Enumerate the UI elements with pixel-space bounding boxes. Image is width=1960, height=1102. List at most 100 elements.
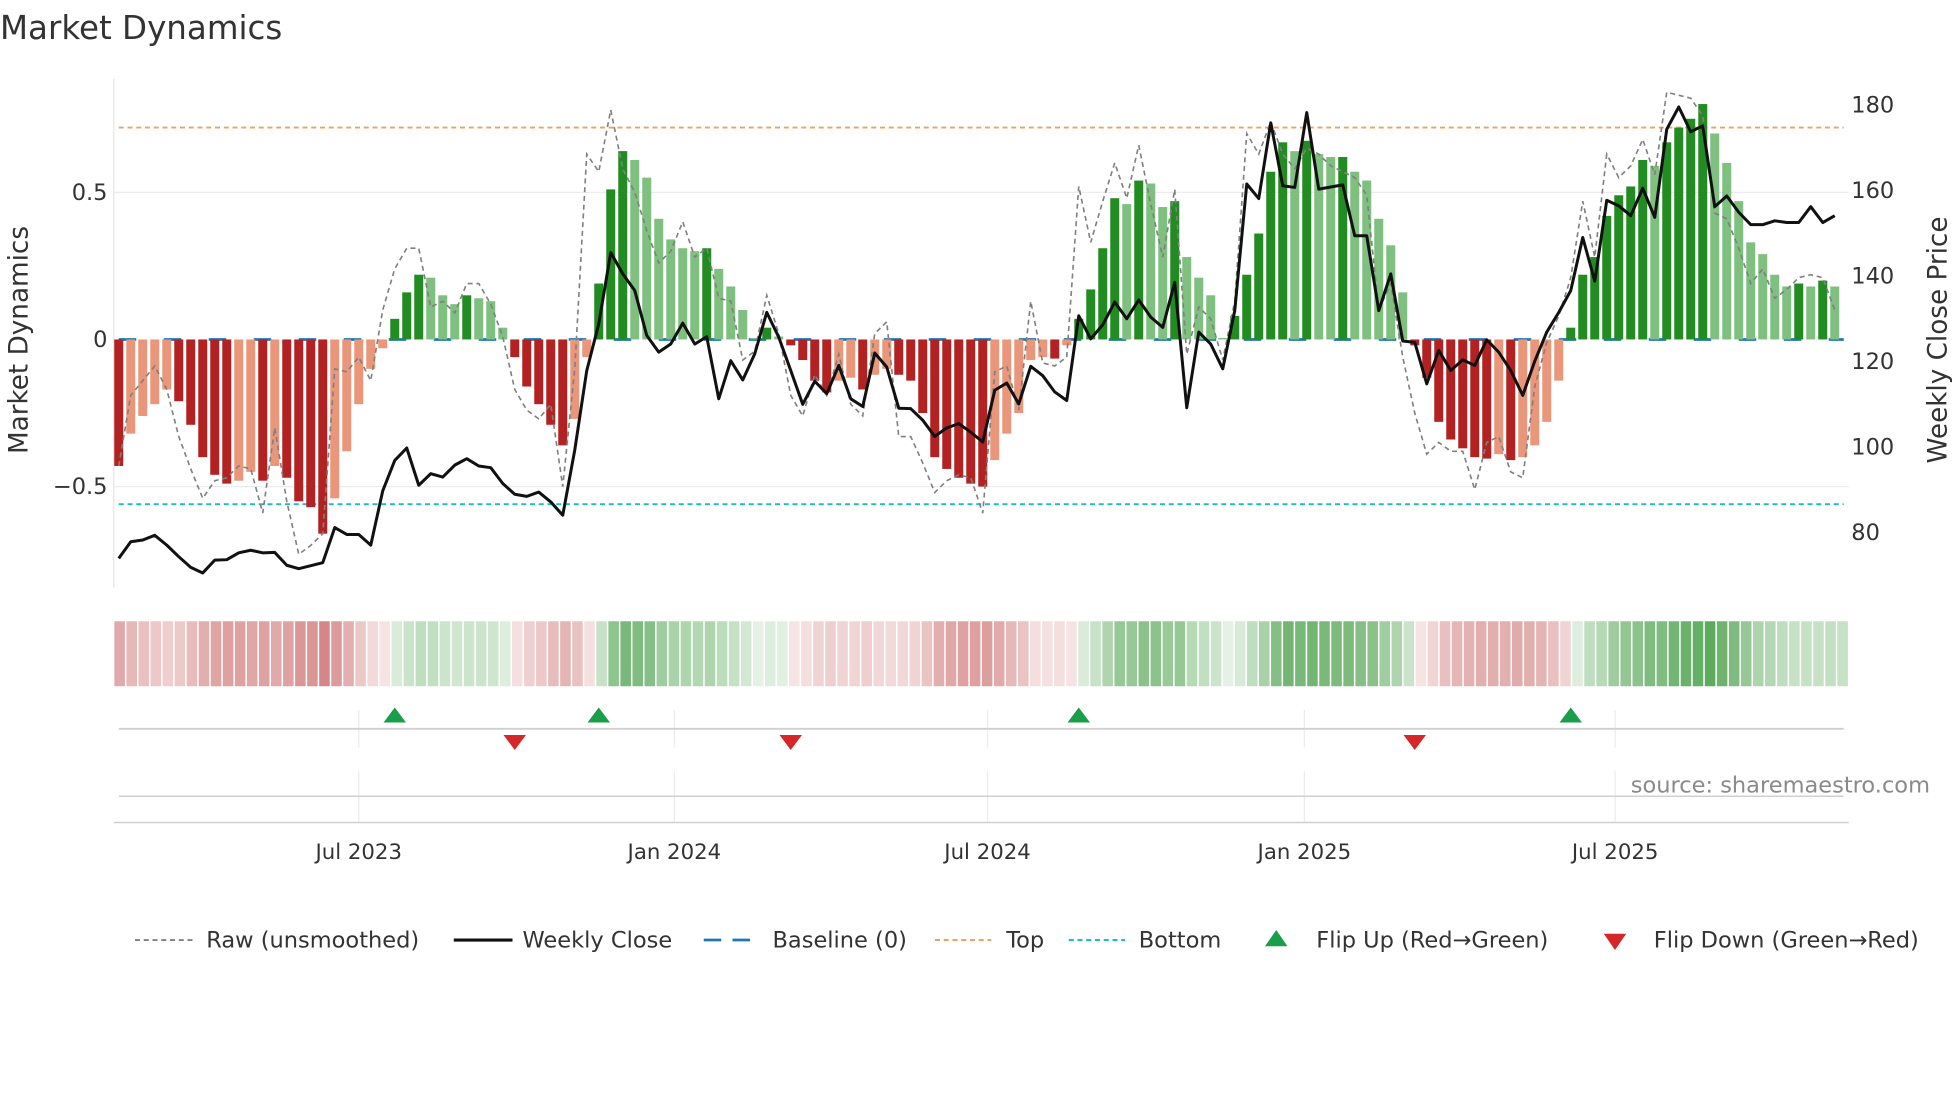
negative-bar bbox=[378, 339, 388, 349]
positive-bar bbox=[1242, 274, 1252, 340]
left-y-ticks: 0.5 0 −0.5 bbox=[53, 180, 108, 500]
heatmap-cell bbox=[1451, 621, 1463, 687]
heatmap-cell bbox=[1789, 621, 1800, 687]
positive-bar bbox=[414, 274, 424, 340]
heatmap-cell bbox=[1487, 621, 1499, 687]
negative-bar bbox=[1506, 339, 1516, 461]
heatmap-cell bbox=[1632, 621, 1644, 687]
negative-bar bbox=[510, 339, 520, 358]
heatmap-cell bbox=[1150, 621, 1162, 687]
source-label: source: sharemaestro.com bbox=[1631, 773, 1930, 799]
y-tick-label: −0.5 bbox=[53, 474, 108, 500]
heatmap-cell bbox=[283, 621, 294, 687]
heatmap-cell bbox=[1765, 621, 1776, 687]
heatmap-cell bbox=[1656, 621, 1668, 687]
negative-bar bbox=[1446, 339, 1456, 440]
negative-bar bbox=[210, 339, 220, 475]
heatmap-cell bbox=[981, 621, 993, 687]
negative-bar bbox=[1062, 339, 1072, 346]
heatmap-cell bbox=[1403, 621, 1415, 687]
heatmap-cell bbox=[1391, 621, 1403, 687]
heatmap-cell bbox=[560, 621, 571, 687]
heatmap-cell bbox=[728, 621, 740, 687]
negative-bar bbox=[1458, 339, 1468, 449]
heatmap-cell bbox=[1740, 621, 1752, 687]
heatmap-cell bbox=[1777, 621, 1788, 687]
heatmap-cell bbox=[765, 621, 776, 687]
heatmap-cell bbox=[873, 621, 884, 687]
heatmap-cell bbox=[524, 621, 535, 687]
positive-bar bbox=[402, 292, 412, 340]
heatmap-cell bbox=[1295, 621, 1306, 687]
heatmap-cell bbox=[1801, 621, 1812, 687]
negative-bar bbox=[942, 339, 952, 469]
positive-bar bbox=[1614, 195, 1624, 340]
heatmap-cell bbox=[355, 621, 366, 687]
heatmap-cell bbox=[1210, 621, 1222, 687]
heatmap-cell bbox=[1825, 621, 1836, 687]
heatmap-cell bbox=[620, 621, 631, 687]
positive-bar bbox=[450, 304, 460, 340]
negative-bar bbox=[162, 339, 172, 390]
y2-tick-label: 180 bbox=[1851, 92, 1894, 118]
y-axis-label: Market Dynamics bbox=[5, 226, 35, 454]
negative-bar bbox=[798, 339, 808, 361]
heatmap-cell bbox=[1704, 621, 1716, 687]
negative-bar bbox=[306, 339, 316, 508]
heatmap-cell bbox=[740, 621, 752, 687]
flip-down-marker bbox=[1403, 735, 1426, 750]
heatmap-cell bbox=[114, 621, 125, 687]
heatmap-cell bbox=[596, 621, 607, 687]
heatmap-cell bbox=[1548, 621, 1559, 687]
triangle-up-icon bbox=[1265, 930, 1288, 947]
heatmap-cell bbox=[1307, 621, 1318, 687]
heatmap-cell bbox=[572, 621, 583, 687]
heatmap-cell bbox=[1608, 621, 1619, 687]
negative-bar bbox=[522, 339, 532, 387]
positive-bar bbox=[1662, 142, 1672, 340]
heatmap-cell bbox=[138, 621, 150, 687]
heatmap-cell bbox=[198, 621, 210, 687]
heatmap-cell bbox=[1042, 621, 1053, 687]
heatmap-cell bbox=[548, 621, 559, 687]
heatmap-cell bbox=[331, 621, 342, 687]
heatmap-cell bbox=[487, 621, 499, 687]
flip-down-marker bbox=[503, 735, 526, 750]
negative-bar bbox=[366, 339, 376, 369]
right-y-ticks: 180 160 140 120 100 80 bbox=[1851, 92, 1894, 546]
negative-bar bbox=[546, 339, 556, 425]
heatmap-cell bbox=[1379, 621, 1391, 687]
heatmap-cell bbox=[632, 621, 644, 687]
heatmap-cell bbox=[1198, 621, 1210, 687]
heatmap-cell bbox=[957, 621, 969, 687]
x-tick-label: Jul 2023 bbox=[314, 840, 402, 865]
heatmap-cell bbox=[319, 621, 330, 687]
heatmap-cell bbox=[1415, 621, 1427, 687]
heatmap-cell bbox=[451, 621, 463, 687]
heatmap-cell bbox=[1246, 621, 1258, 687]
negative-bar bbox=[1050, 339, 1060, 359]
positive-bar bbox=[1722, 162, 1732, 340]
heatmap-cell bbox=[258, 621, 270, 687]
y2-axis-label: Weekly Close Price bbox=[1923, 217, 1953, 464]
legend-label: Raw (unsmoothed) bbox=[206, 928, 419, 954]
heatmap-cell bbox=[403, 621, 415, 687]
heatmap-cell bbox=[608, 621, 619, 687]
heatmap-cell bbox=[1078, 621, 1089, 687]
heatmap-cell bbox=[1596, 621, 1607, 687]
heatmap-cell bbox=[1018, 621, 1029, 687]
heatmap-cell bbox=[415, 621, 427, 687]
negative-bar bbox=[558, 339, 568, 446]
heatmap-cell bbox=[1716, 621, 1728, 687]
heatmap-cell bbox=[897, 621, 909, 687]
negative-bar bbox=[966, 339, 976, 484]
heatmap-cell bbox=[777, 621, 788, 687]
legend-item-top: Top bbox=[935, 928, 1044, 954]
heatmap-cell bbox=[246, 621, 258, 687]
heatmap-cell bbox=[1234, 621, 1246, 687]
positive-bar bbox=[1218, 337, 1228, 340]
heatmap-cell bbox=[1138, 621, 1150, 687]
negative-bar bbox=[1026, 339, 1036, 361]
heatmap-cell bbox=[1524, 621, 1535, 687]
positive-bar bbox=[654, 218, 664, 340]
